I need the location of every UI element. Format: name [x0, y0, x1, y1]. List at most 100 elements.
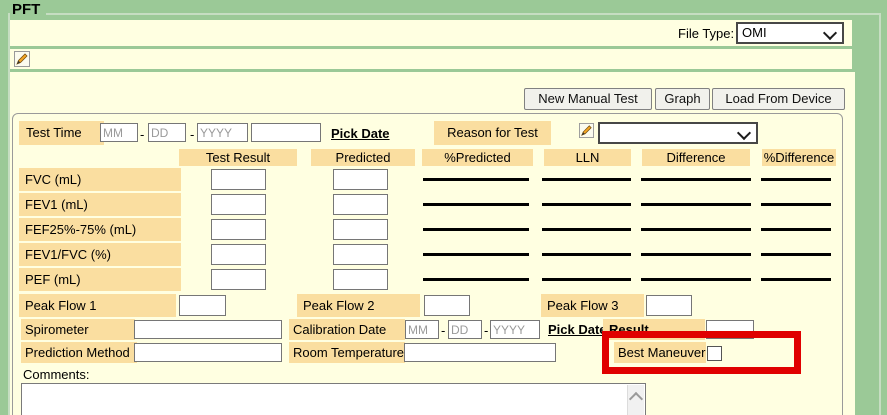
- calibration-month-input[interactable]: [405, 320, 439, 339]
- percent-difference-line: [761, 203, 831, 206]
- chevron-down-icon: [737, 126, 751, 140]
- file-type-select[interactable]: OMI: [736, 22, 844, 44]
- row-label: PEF (mL): [19, 268, 181, 291]
- spirometer-row: Spirometer Calibration Date - - Pick Dat…: [13, 319, 842, 340]
- predicted-input[interactable]: [333, 194, 388, 215]
- difference-line: [641, 253, 751, 256]
- peak-flow-row: Peak Flow 1 Peak Flow 2 Peak Flow 3: [13, 294, 842, 317]
- test-month-input[interactable]: [100, 123, 138, 142]
- load-from-device-button[interactable]: Load From Device: [712, 88, 845, 110]
- difference-line: [641, 278, 751, 281]
- calibration-day-input[interactable]: [448, 320, 482, 339]
- percent-difference-line: [761, 178, 831, 181]
- test-result-input[interactable]: [211, 194, 266, 215]
- date-separator: -: [484, 323, 488, 338]
- test-result-input[interactable]: [211, 219, 266, 240]
- date-separator: -: [190, 127, 194, 142]
- main-area: New Manual Test Graph Load From Device T…: [10, 72, 855, 415]
- difference-line: [641, 203, 751, 206]
- test-result-input[interactable]: [211, 269, 266, 290]
- lln-line: [542, 228, 631, 231]
- pick-date-link[interactable]: Pick Date: [331, 126, 390, 141]
- best-maneuver-checkbox[interactable]: [707, 346, 722, 361]
- calibration-date-label: Calibration Date: [289, 319, 405, 340]
- col-header-test-result: Test Result: [179, 149, 297, 166]
- file-type-label: File Type:: [678, 26, 734, 41]
- predicted-input[interactable]: [333, 219, 388, 240]
- predicted-input[interactable]: [333, 269, 388, 290]
- col-header-percent-difference: %Difference: [762, 149, 836, 166]
- test-day-input[interactable]: [148, 123, 186, 142]
- lln-line: [542, 253, 631, 256]
- percent-difference-line: [761, 253, 831, 256]
- table-row-pef: PEF (mL): [13, 268, 842, 291]
- lln-line: [542, 178, 631, 181]
- page-title: PFT: [10, 1, 46, 18]
- room-temperature-input[interactable]: [404, 343, 556, 362]
- edit-bar: [10, 49, 852, 69]
- peak-flow-1-label: Peak Flow 1: [19, 294, 176, 317]
- room-temperature-label: Room Temperature: [289, 342, 405, 363]
- percent-difference-line: [761, 228, 831, 231]
- prediction-method-input[interactable]: [134, 343, 282, 362]
- file-type-bar: File Type: OMI: [10, 20, 852, 46]
- reason-for-test-select[interactable]: [598, 122, 758, 144]
- lln-line: [542, 278, 631, 281]
- edit-pencil-icon[interactable]: [579, 123, 594, 141]
- percent-predicted-line: [423, 278, 529, 281]
- pick-date-link[interactable]: Pick Date: [548, 322, 607, 337]
- spirometer-input[interactable]: [134, 320, 282, 339]
- reason-for-test-label: Reason for Test: [434, 121, 551, 145]
- best-maneuver-label: Best Maneuver: [614, 342, 706, 363]
- date-separator: -: [441, 323, 445, 338]
- prediction-row: Prediction Method Room Temperature Best …: [13, 342, 842, 363]
- test-time-label: Test Time: [19, 121, 104, 145]
- test-time-input[interactable]: [251, 123, 321, 142]
- col-header-difference: Difference: [642, 149, 750, 166]
- row-label: FEV1/FVC (%): [19, 243, 181, 266]
- test-result-input[interactable]: [211, 244, 266, 265]
- col-header-percent-predicted: %Predicted: [422, 149, 533, 166]
- peak-flow-3-input[interactable]: [646, 295, 692, 316]
- lln-line: [542, 203, 631, 206]
- predicted-input[interactable]: [333, 169, 388, 190]
- comments-textarea[interactable]: [21, 383, 646, 415]
- table-row-fef: FEF25%-75% (mL): [13, 218, 842, 241]
- spirometer-label: Spirometer: [21, 319, 135, 340]
- predicted-input[interactable]: [333, 244, 388, 265]
- test-year-input[interactable]: [197, 123, 248, 142]
- row-label: FVC (mL): [19, 168, 181, 191]
- peak-flow-2-label: Peak Flow 2: [297, 294, 420, 317]
- percent-difference-line: [761, 278, 831, 281]
- prediction-method-label: Prediction Method: [21, 342, 137, 363]
- comments-label: Comments:: [23, 367, 89, 382]
- graph-button[interactable]: Graph: [655, 88, 710, 110]
- new-manual-test-button[interactable]: New Manual Test: [524, 88, 652, 110]
- chevron-up-icon[interactable]: [629, 392, 643, 406]
- col-header-lln: LLN: [544, 149, 631, 166]
- peak-flow-2-input[interactable]: [424, 295, 470, 316]
- percent-predicted-line: [423, 253, 529, 256]
- test-result-input[interactable]: [211, 169, 266, 190]
- percent-predicted-line: [423, 178, 529, 181]
- row-label: FEV1 (mL): [19, 193, 181, 216]
- difference-line: [641, 178, 751, 181]
- table-row-fev1: FEV1 (mL): [13, 193, 842, 216]
- calibration-year-input[interactable]: [490, 320, 540, 339]
- row-label: FEF25%-75% (mL): [19, 218, 181, 241]
- col-header-predicted: Predicted: [311, 149, 415, 166]
- comments-scrollbar[interactable]: [627, 385, 644, 415]
- peak-flow-1-input[interactable]: [179, 295, 226, 316]
- edit-pencil-icon[interactable]: [14, 51, 30, 70]
- file-type-value: OMI: [742, 25, 767, 40]
- table-row-fev1-fvc: FEV1/FVC (%): [13, 243, 842, 266]
- peak-flow-3-label: Peak Flow 3: [541, 294, 644, 317]
- result-input[interactable]: [706, 320, 754, 339]
- difference-line: [641, 228, 751, 231]
- result-label: Result: [603, 319, 705, 340]
- chevron-down-icon: [823, 26, 837, 40]
- percent-predicted-line: [423, 228, 529, 231]
- pft-screen: PFT File Type: OMI New Manual Test Graph…: [0, 0, 887, 415]
- date-separator: -: [140, 127, 144, 142]
- test-form-panel: Test Time - - Pick Date Reason for Test: [12, 113, 843, 415]
